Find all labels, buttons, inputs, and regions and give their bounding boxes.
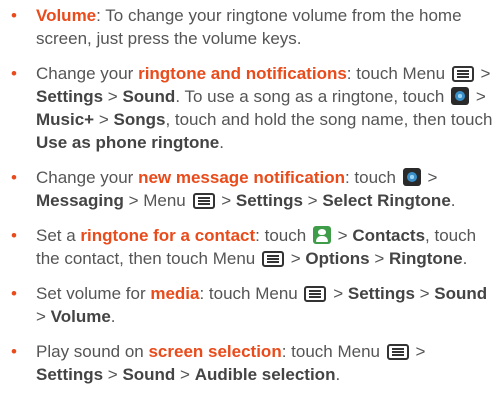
ringtone-tips-list: • Volume: To change your ringtone volume…: [8, 4, 495, 386]
ui-term: Sound: [122, 87, 176, 106]
bullet: •: [11, 168, 17, 187]
bullet: •: [11, 226, 17, 245]
tip-text: Play sound on: [36, 342, 149, 361]
bullet: •: [11, 284, 17, 303]
ui-term: Songs: [113, 110, 166, 129]
ui-term: Settings: [347, 284, 415, 303]
tip-text: : touch: [344, 168, 397, 187]
tip-topic: media: [150, 284, 200, 303]
tip-text: > Menu: [123, 191, 186, 210]
ui-term: Select Ringtone: [322, 191, 451, 210]
tip-text: Set volume for: [36, 284, 151, 303]
tip-text: .: [219, 133, 224, 152]
ui-term: Options: [305, 249, 370, 268]
menu-icon: [262, 251, 284, 267]
tip-contact-ringtone: • Set a ringtone for a contact: touch > …: [8, 224, 495, 270]
ui-term: Contacts: [352, 226, 426, 245]
tip-text: Set a: [36, 226, 81, 245]
tip-text: , touch and hold the song name, then tou…: [165, 110, 493, 129]
tip-screen-selection: • Play sound on screen selection: touch …: [8, 340, 495, 386]
tip-text: : touch Menu: [346, 64, 446, 83]
menu-icon: [192, 193, 215, 209]
bullet: •: [11, 64, 17, 83]
tip-text: >: [475, 64, 491, 83]
tip-text: .: [450, 191, 456, 210]
bullet: •: [11, 6, 17, 25]
tip-text: . To use a song as a ringtone, touch: [175, 87, 445, 106]
tip-text: >: [36, 307, 51, 326]
tip-topic: screen selection: [148, 342, 282, 361]
tip-text: .: [110, 307, 116, 326]
manual-page: • Volume: To change your ringtone volume…: [0, 0, 503, 402]
menu-icon: [451, 66, 474, 82]
tip-text: >: [328, 284, 348, 303]
tip-text: >: [414, 284, 435, 303]
tip-text: >: [369, 249, 389, 268]
tip-text: >: [103, 365, 123, 384]
tip-text: Change your: [36, 168, 139, 187]
tip-topic: ringtone and notifications: [138, 64, 347, 83]
ui-term: Sound: [434, 284, 488, 303]
music-app-icon: [402, 168, 421, 186]
tip-text: .: [335, 365, 341, 384]
tip-text: : touch Menu: [281, 342, 380, 361]
tip-text: >: [422, 168, 438, 187]
tip-ringtone-notifications: • Change your ringtone and notifications…: [8, 62, 495, 154]
menu-icon: [386, 344, 409, 360]
ui-term: Messaging: [36, 191, 124, 210]
tip-topic: Volume: [36, 6, 97, 25]
ui-term: Settings: [36, 87, 104, 106]
tip-topic: ringtone for a contact: [80, 226, 256, 245]
tip-text: >: [471, 87, 486, 106]
ui-term: Audible selection: [194, 365, 336, 384]
tip-text: : touch: [255, 226, 307, 245]
tip-text: >: [94, 110, 114, 129]
tip-text: >: [103, 87, 123, 106]
tip-text: .: [462, 249, 468, 268]
ui-term: Settings: [235, 191, 303, 210]
tip-text: >: [302, 191, 323, 210]
music-app-icon: [451, 87, 470, 105]
tip-text: : touch Menu: [199, 284, 298, 303]
tip-text: >: [410, 342, 426, 361]
tip-text: >: [216, 191, 236, 210]
tip-text: Change your: [36, 64, 139, 83]
tip-media-volume: • Set volume for media: touch Menu > Set…: [8, 282, 495, 328]
tip-text: >: [332, 226, 353, 245]
ui-term: Ringtone: [388, 249, 463, 268]
ui-term: Sound: [122, 365, 176, 384]
tip-text: >: [286, 249, 306, 268]
tip-text: >: [175, 365, 195, 384]
tip-message-notification: • Change your new message notification: …: [8, 166, 495, 212]
ui-term: Use as phone ringtone: [36, 133, 220, 152]
tip-topic: new message notification: [138, 168, 345, 187]
ui-term: Music+: [36, 110, 95, 129]
ui-term: Volume: [50, 307, 111, 326]
menu-icon: [304, 286, 327, 302]
tip-volume: • Volume: To change your ringtone volume…: [8, 4, 495, 50]
tip-text: : To change your ringtone volume from th…: [36, 6, 462, 48]
ui-term: Settings: [36, 365, 104, 384]
contacts-app-icon: [312, 226, 331, 244]
bullet: •: [11, 342, 17, 361]
